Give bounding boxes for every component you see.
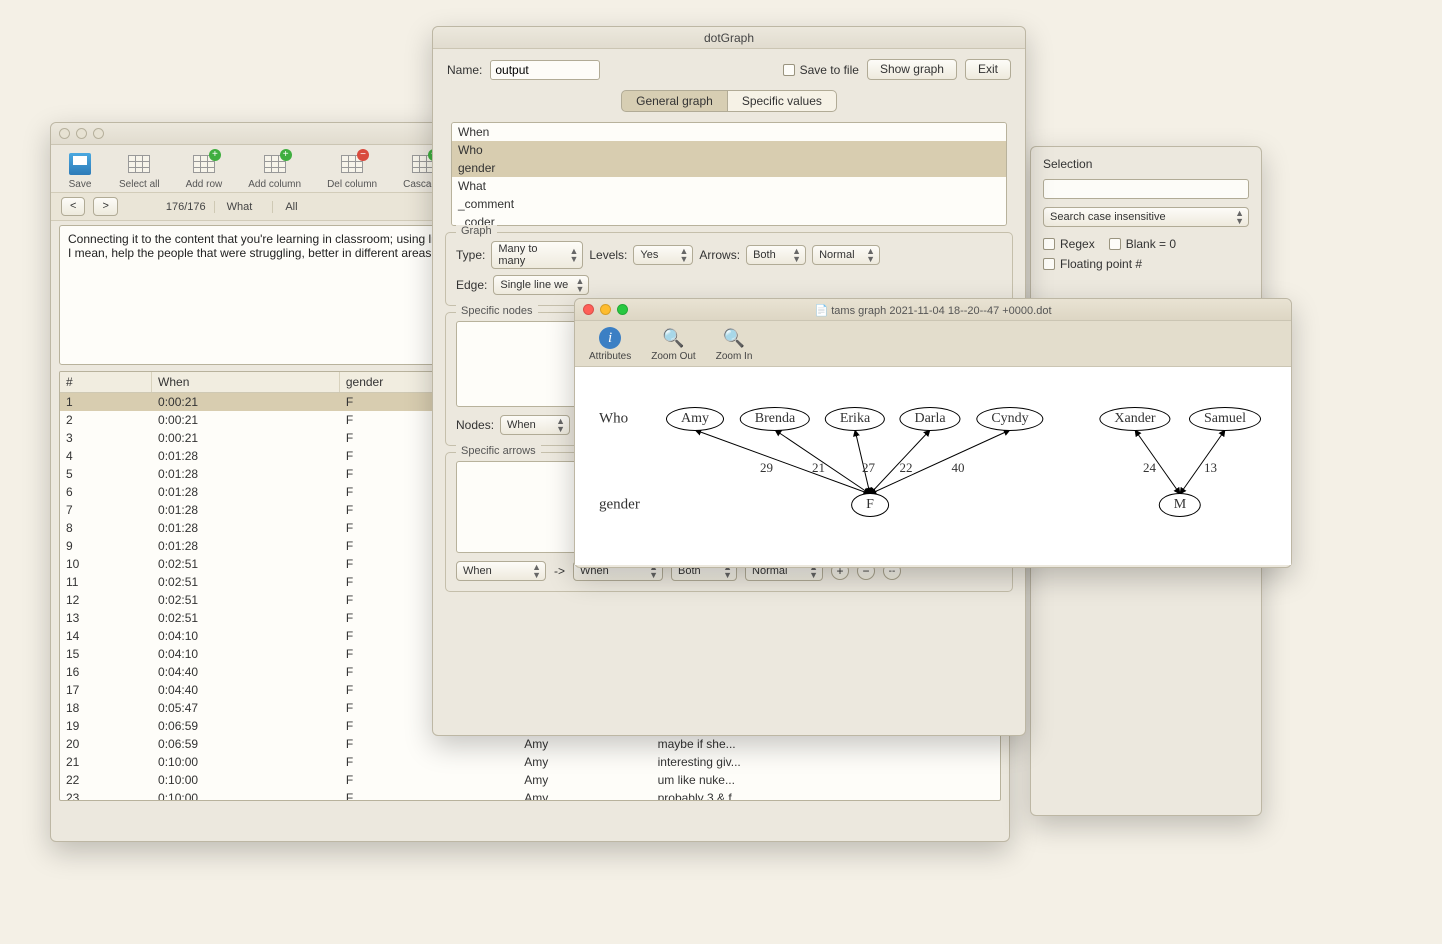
info-icon: i xyxy=(599,327,621,349)
edge-weight: 21 xyxy=(812,460,825,476)
field-list-item[interactable]: Who xyxy=(452,141,1006,159)
arrows-label: Arrows: xyxy=(699,248,740,262)
record-counter: 176/176 xyxy=(166,201,206,213)
name-input[interactable] xyxy=(490,60,600,80)
levels-label: Levels: xyxy=(589,248,627,262)
edge-weight: 13 xyxy=(1204,460,1217,476)
field-list-item[interactable]: What xyxy=(452,177,1006,195)
dotgraph-titlebar[interactable]: dotGraph xyxy=(433,27,1025,49)
search-mode-select[interactable]: Search case insensitive▲▼ xyxy=(1043,207,1249,227)
blank-checkbox[interactable]: Blank = 0 xyxy=(1109,237,1176,251)
regex-checkbox[interactable]: Regex xyxy=(1043,237,1095,251)
float-checkbox[interactable]: Floating point # xyxy=(1043,257,1142,271)
row-label-gender: gender xyxy=(599,497,640,514)
column-header[interactable]: When xyxy=(152,372,340,393)
fields-listbox[interactable]: WhenWhogenderWhat_comment_coder xyxy=(451,122,1007,226)
row-label-who: Who xyxy=(599,411,628,428)
graph-node[interactable]: Erika xyxy=(825,407,885,431)
window-controls[interactable] xyxy=(59,128,104,139)
name-label: Name: xyxy=(447,63,482,77)
graph-node[interactable]: Cyndy xyxy=(976,407,1043,431)
table-row[interactable]: 230:10:00FAmyprobably 3 & f... xyxy=(60,789,1000,801)
arrows-dir-select[interactable]: Both▲▼ xyxy=(746,245,806,265)
graph-group: Graph Type: Many to many▲▼ Levels: Yes▲▼… xyxy=(445,232,1013,306)
save-button[interactable]: Save xyxy=(67,151,93,190)
next-button[interactable]: > xyxy=(93,197,117,216)
nav-column[interactable]: What xyxy=(214,201,265,213)
type-label: Type: xyxy=(456,248,485,262)
field-list-item[interactable]: _coder xyxy=(452,213,1006,226)
show-graph-button[interactable]: Show graph xyxy=(867,59,957,80)
column-header[interactable]: # xyxy=(60,372,152,393)
field-list-item[interactable]: When xyxy=(452,123,1006,141)
graph-file-title: tams graph 2021-11-04 18--20--47 +0000.d… xyxy=(831,305,1051,317)
graph-canvas[interactable]: Who gender Amy Brenda Erika Darla Cyndy Xande… xyxy=(575,367,1291,565)
graph-node[interactable]: M xyxy=(1159,493,1201,517)
table-row[interactable]: 210:10:00FAmyinteresting giv... xyxy=(60,753,1000,771)
graph-node[interactable]: Darla xyxy=(899,407,960,431)
table-row[interactable]: 220:10:00FAmyum like nuke... xyxy=(60,771,1000,789)
edge-weight: 24 xyxy=(1143,460,1156,476)
edge-weight: 22 xyxy=(900,460,913,476)
graph-node[interactable]: F xyxy=(851,493,889,517)
nav-filter[interactable]: All xyxy=(272,201,309,213)
zoom-out-button[interactable]: 🔍 Zoom Out xyxy=(651,328,695,362)
field-list-item[interactable]: _comment xyxy=(452,195,1006,213)
tab-general-graph[interactable]: General graph xyxy=(621,90,728,112)
edge-label: Edge: xyxy=(456,278,487,292)
table-row[interactable]: 200:06:59FAmymaybe if she... xyxy=(60,735,1000,753)
add-row-button[interactable]: +Add row xyxy=(186,151,223,190)
graph-node[interactable]: Xander xyxy=(1099,407,1170,431)
graph-node[interactable]: Amy xyxy=(666,407,724,431)
nodes-select[interactable]: When▲▼ xyxy=(500,415,570,435)
del-column-button[interactable]: −Del column xyxy=(327,151,377,190)
graph-viewer-window: 📄 tams graph 2021-11-04 18--20--47 +0000… xyxy=(574,298,1292,568)
edge-weight: 29 xyxy=(760,460,773,476)
add-column-button[interactable]: +Add column xyxy=(248,151,301,190)
edge-select[interactable]: Single line we▲▼ xyxy=(493,275,589,295)
type-select[interactable]: Many to many▲▼ xyxy=(491,241,583,269)
edge-weight: 27 xyxy=(862,460,875,476)
select-all-button[interactable]: Select all xyxy=(119,151,160,190)
nodes-label: Nodes: xyxy=(456,418,494,432)
levels-select[interactable]: Yes▲▼ xyxy=(633,245,693,265)
arrows-style-select[interactable]: Normal▲▼ xyxy=(812,245,880,265)
edge-weight: 40 xyxy=(952,460,965,476)
zoom-in-button[interactable]: 🔍 Zoom In xyxy=(716,328,753,362)
prev-button[interactable]: < xyxy=(61,197,85,216)
selection-title: Selection xyxy=(1043,157,1249,171)
zoom-in-icon: 🔍 xyxy=(723,328,745,349)
field-list-item[interactable]: gender xyxy=(452,159,1006,177)
arrow-to-label: -> xyxy=(554,564,565,578)
graph-node[interactable]: Samuel xyxy=(1189,407,1261,431)
window-controls[interactable] xyxy=(583,304,628,315)
graph-viewer-titlebar[interactable]: 📄 tams graph 2021-11-04 18--20--47 +0000… xyxy=(575,299,1291,321)
tab-specific-values[interactable]: Specific values xyxy=(728,90,837,112)
save-to-file-checkbox[interactable]: Save to file xyxy=(783,63,859,77)
attributes-button[interactable]: i Attributes xyxy=(589,327,631,362)
arrow-from-select[interactable]: When▲▼ xyxy=(456,561,546,581)
selection-search-input[interactable] xyxy=(1043,179,1249,199)
exit-button[interactable]: Exit xyxy=(965,59,1011,80)
zoom-out-icon: 🔍 xyxy=(662,328,684,349)
graph-node[interactable]: Brenda xyxy=(740,407,810,431)
